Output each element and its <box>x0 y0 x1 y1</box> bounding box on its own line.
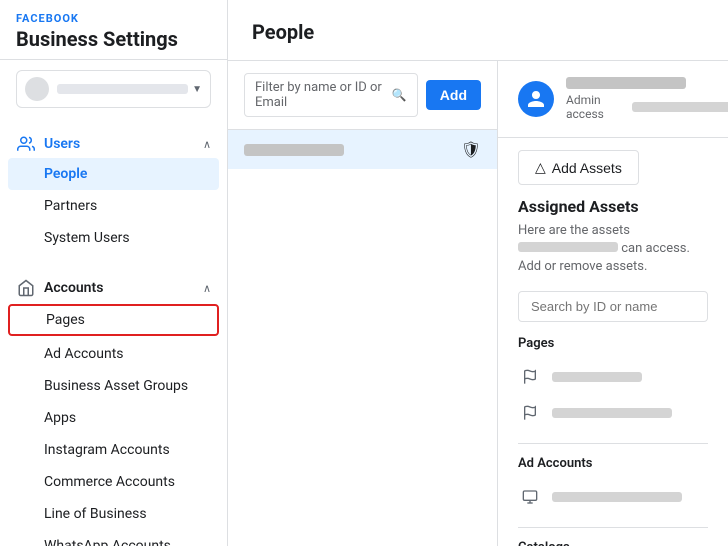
main-content: People Filter by name or ID or Email 🔍 A… <box>228 0 728 546</box>
accounts-chevron-icon: ∧ <box>203 282 211 295</box>
detail-email <box>632 102 728 112</box>
add-assets-button[interactable]: △ Add Assets <box>518 150 639 185</box>
users-section-title: Users <box>16 134 80 154</box>
assigned-assets-desc: Here are the assets can access. Add or r… <box>518 222 708 277</box>
sidebar-item-line-of-business[interactable]: Line of Business <box>0 498 227 530</box>
people-panel: Filter by name or ID or Email 🔍 Add 🛡 <box>228 61 498 546</box>
accounts-section: Accounts ∧ Pages ◀ Ad Accounts Business … <box>0 262 227 546</box>
detail-info: Admin access <box>566 77 728 121</box>
chevron-down-icon: ▼ <box>192 84 202 95</box>
search-assets-input[interactable] <box>518 291 708 322</box>
ad-accounts-category-title: Ad Accounts <box>518 456 708 471</box>
asset-name <box>552 492 682 502</box>
main-header: People <box>228 0 728 61</box>
asset-name <box>552 372 642 382</box>
flag-icon <box>518 365 542 389</box>
assigned-desc-name <box>518 242 618 252</box>
filter-bar: Filter by name or ID or Email 🔍 Add <box>228 61 497 130</box>
pages-category-title: Pages <box>518 336 708 351</box>
account-selector[interactable]: ▼ <box>16 70 211 108</box>
users-label: Users <box>44 136 80 152</box>
ad-accounts-category: Ad Accounts <box>518 456 708 515</box>
sidebar-item-pages[interactable]: Pages ◀ <box>8 304 219 336</box>
sidebar-item-commerce-accounts[interactable]: Commerce Accounts <box>0 466 227 498</box>
detail-panel: Admin access △ Add Assets Assigned Asset… <box>498 61 728 546</box>
users-section-header[interactable]: Users ∧ <box>0 126 227 158</box>
pages-category: Pages <box>518 336 708 431</box>
assigned-section: Assigned Assets Here are the assets can … <box>498 197 728 546</box>
avatar <box>25 77 49 101</box>
accounts-section-title: Accounts <box>16 278 103 298</box>
sidebar-item-partners[interactable]: Partners <box>0 190 227 222</box>
people-list: 🛡 <box>228 130 497 546</box>
add-button[interactable]: Add <box>426 80 481 110</box>
role-label: Admin access <box>566 93 628 121</box>
page-title: People <box>252 20 704 44</box>
sidebar-item-apps[interactable]: Apps <box>0 402 227 434</box>
assigned-assets-title: Assigned Assets <box>518 197 708 216</box>
sidebar-item-business-asset-groups[interactable]: Business Asset Groups <box>0 370 227 402</box>
sidebar-item-ad-accounts[interactable]: Ad Accounts <box>0 338 227 370</box>
content-area: Filter by name or ID or Email 🔍 Add 🛡 <box>228 61 728 546</box>
list-item[interactable]: 🛡 <box>228 130 497 169</box>
sidebar-item-system-users[interactable]: System Users <box>0 222 227 254</box>
triangle-up-icon: △ <box>535 159 546 176</box>
avatar <box>518 81 554 117</box>
divider <box>518 527 708 528</box>
detail-role: Admin access <box>566 93 728 121</box>
shield-icon: 🛡 <box>461 140 481 159</box>
add-assets-label: Add Assets <box>552 160 622 176</box>
fb-logo: FACEBOOK <box>16 12 211 25</box>
asset-name <box>552 408 672 418</box>
sidebar: FACEBOOK Business Settings ▼ Users ∧ <box>0 0 228 546</box>
store-icon <box>16 278 36 298</box>
sidebar-header: FACEBOOK Business Settings <box>0 0 227 60</box>
sidebar-item-whatsapp-accounts[interactable]: WhatsApp Accounts <box>0 530 227 546</box>
filter-input-container[interactable]: Filter by name or ID or Email 🔍 <box>244 73 418 117</box>
asset-item <box>518 479 708 515</box>
sidebar-item-instagram-accounts[interactable]: Instagram Accounts <box>0 434 227 466</box>
accounts-section-header[interactable]: Accounts ∧ <box>0 270 227 302</box>
person-name <box>244 144 344 156</box>
catalogs-category-title: Catalogs <box>518 540 708 546</box>
sidebar-item-people[interactable]: People <box>8 158 219 190</box>
divider <box>518 443 708 444</box>
account-name <box>57 84 188 94</box>
accounts-label: Accounts <box>44 280 103 296</box>
catalogs-category: Catalogs <box>518 540 708 546</box>
filter-placeholder: Filter by name or ID or Email <box>255 80 386 110</box>
people-icon <box>16 134 36 154</box>
search-icon: 🔍 <box>392 88 407 102</box>
ad-account-icon <box>518 485 542 509</box>
users-section: Users ∧ People Partners System Users <box>0 118 227 262</box>
biz-settings-title: Business Settings <box>16 27 211 51</box>
asset-item <box>518 359 708 395</box>
users-chevron-icon: ∧ <box>203 138 211 151</box>
flag-icon <box>518 401 542 425</box>
detail-name <box>566 77 686 89</box>
asset-item <box>518 395 708 431</box>
detail-header: Admin access <box>498 61 728 138</box>
